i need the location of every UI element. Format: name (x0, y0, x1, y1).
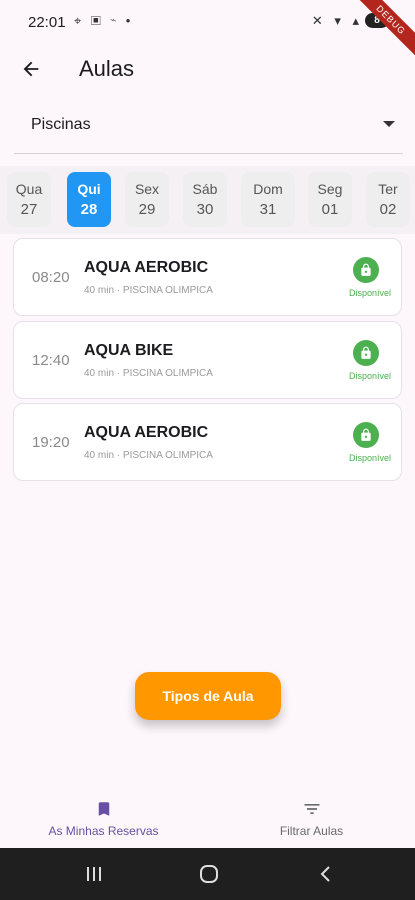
lock-icon[interactable] (353, 257, 379, 283)
status-notification-icons: ⌖ ▣ ⌁ • (74, 13, 134, 28)
home-icon[interactable] (194, 861, 224, 887)
day-name: Seg (317, 181, 343, 197)
lock-icon[interactable] (353, 422, 379, 448)
class-meta: 40 min · PISCINA OLIMPICA (84, 285, 213, 296)
nav-filter-classes[interactable]: Filtrar Aulas (208, 786, 415, 848)
class-title: AQUA BIKE (84, 342, 174, 359)
day-item[interactable]: Sáb 30 (183, 172, 227, 227)
day-number: 29 (138, 201, 156, 218)
class-time: 08:20 (32, 269, 70, 286)
status-time: 22:01 (28, 14, 66, 31)
class-card[interactable]: 08:20 AQUA AEROBIC 40 min · PISCINA OLIM… (13, 238, 402, 316)
status-system-icons: ✕ ▾ ▴ (311, 13, 363, 28)
day-item-selected[interactable]: Qui 28 (67, 172, 111, 227)
day-name: Dom (253, 181, 283, 197)
recents-icon[interactable] (79, 861, 109, 887)
availability-label: Disponível (348, 288, 391, 298)
day-name: Sáb (192, 181, 218, 197)
class-meta: 40 min · PISCINA OLIMPICA (84, 450, 213, 461)
day-number: 27 (20, 201, 38, 218)
day-number: 30 (196, 201, 214, 218)
availability-label: Disponível (348, 371, 391, 381)
back-button[interactable] (14, 52, 48, 86)
dropdown-selected-value: Piscinas (31, 116, 91, 133)
class-time: 19:20 (32, 434, 70, 451)
nav-my-reservations[interactable]: As Minhas Reservas (0, 786, 207, 848)
availability-label: Disponível (348, 453, 391, 463)
back-nav-icon[interactable] (311, 861, 341, 887)
status-bar: 22:01 ⌖ ▣ ⌁ • ✕ ▾ ▴ 8 DEBUG (0, 0, 415, 62)
day-item[interactable]: Sex 29 (125, 172, 169, 227)
bottom-navigation: As Minhas Reservas Filtrar Aulas (0, 786, 415, 848)
class-types-button[interactable]: Tipos de Aula (135, 672, 281, 720)
bookmark-icon (93, 798, 115, 820)
class-card[interactable]: 12:40 AQUA BIKE 40 min · PISCINA OLIMPIC… (13, 321, 402, 399)
class-title: AQUA AEROBIC (84, 259, 209, 276)
day-item[interactable]: Seg 01 (308, 172, 352, 227)
day-number: 02 (379, 201, 397, 218)
filter-icon (301, 798, 323, 820)
class-card[interactable]: 19:20 AQUA AEROBIC 40 min · PISCINA OLIM… (13, 403, 402, 481)
dropdown-arrow-icon (383, 121, 395, 127)
day-number: 28 (80, 201, 98, 218)
day-item[interactable]: Ter 02 (366, 172, 410, 227)
day-number: 31 (259, 201, 277, 218)
class-meta: 40 min · PISCINA OLIMPICA (84, 368, 213, 379)
app-bar: Aulas (0, 44, 415, 92)
day-number: 01 (321, 201, 339, 218)
system-navigation-bar (0, 848, 415, 900)
location-dropdown[interactable]: Piscinas (14, 104, 403, 154)
day-name: Qua (15, 181, 43, 197)
class-time: 12:40 (32, 352, 70, 369)
class-title: AQUA AEROBIC (84, 424, 209, 441)
day-name: Qui (77, 181, 101, 197)
day-name: Sex (134, 181, 160, 197)
nav-label: As Minhas Reservas (48, 824, 159, 838)
day-item[interactable]: Dom 31 (241, 172, 295, 227)
arrow-left-icon (23, 61, 39, 77)
day-item[interactable]: Qua 27 (7, 172, 51, 227)
lock-icon[interactable] (353, 340, 379, 366)
day-name: Ter (378, 181, 398, 197)
nav-label: Filtrar Aulas (279, 824, 344, 838)
date-selector: Qua 27 Qui 28 Sex 29 Sáb 30 Dom 31 Seg 0… (0, 166, 415, 234)
page-title: Aulas (79, 56, 135, 81)
